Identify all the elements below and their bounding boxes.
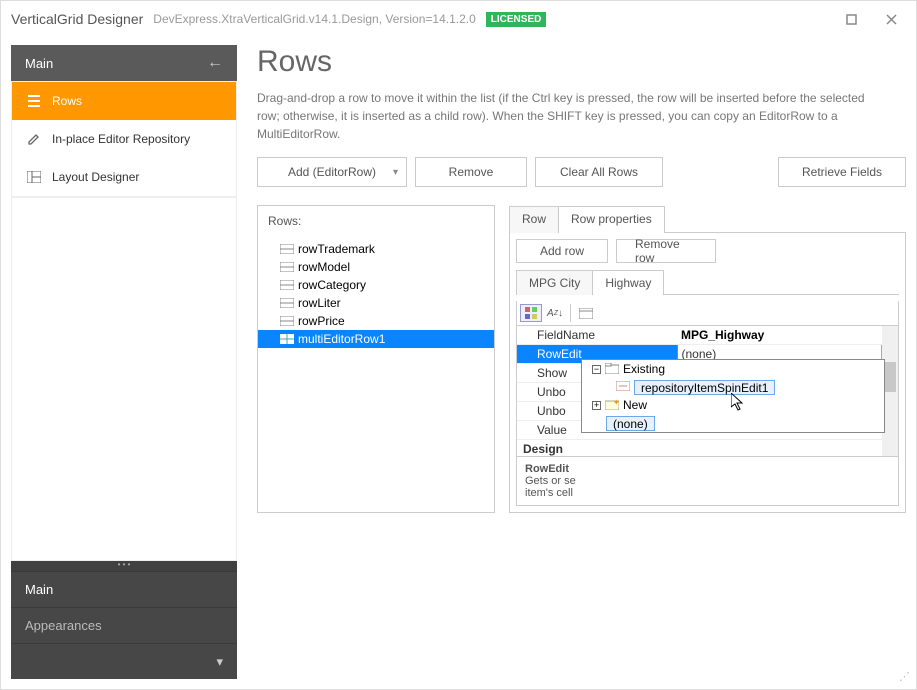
folder-new-icon: ✦ — [605, 399, 619, 411]
titlebar: VerticalGrid Designer DevExpress.XtraVer… — [1, 1, 916, 37]
property-pages-icon[interactable] — [575, 304, 597, 322]
tree-row[interactable]: rowCategory — [258, 276, 494, 294]
tab-row-properties[interactable]: Row properties — [558, 206, 665, 233]
tree-row[interactable]: rowPrice — [258, 312, 494, 330]
clear-all-rows-button[interactable]: Clear All Rows — [535, 157, 663, 187]
rows-panel: Rows: rowTrademark rowModel rowCatego — [257, 205, 495, 513]
detail-tabs: Row Row properties — [509, 205, 906, 233]
tab-mpg-city[interactable]: MPG City — [516, 270, 593, 295]
sidebar-item-label: Rows — [52, 94, 82, 108]
tab-row[interactable]: Row — [509, 206, 559, 233]
chevron-down-icon: ▾ — [393, 167, 398, 178]
layout-icon — [26, 169, 42, 185]
tree-row[interactable]: rowLiter — [258, 294, 494, 312]
dropdown-item-repository[interactable]: repositoryItemSpinEdit1 — [582, 378, 884, 396]
sidebar-item-rows[interactable]: Rows — [12, 82, 236, 120]
sidebar-bottom-expand[interactable]: ▾ — [11, 643, 237, 679]
tree-row[interactable]: rowModel — [258, 258, 494, 276]
tree-row-selected[interactable]: multiEditorRow1 — [258, 330, 494, 348]
expand-icon[interactable]: + — [592, 401, 601, 410]
rows-panel-header: Rows: — [258, 206, 494, 240]
licensed-badge: LICENSED — [486, 12, 547, 27]
list-icon — [26, 93, 42, 109]
page-title: Rows — [257, 45, 906, 79]
sidebar-bottom-appearances[interactable]: Appearances — [11, 607, 237, 643]
tree-row[interactable]: rowTrademark — [258, 240, 494, 258]
property-toolbar: AZ↓ — [517, 301, 898, 326]
maximize-button[interactable] — [836, 10, 866, 28]
toolbar: Add (EditorRow)▾ Remove Clear All Rows R… — [257, 157, 906, 187]
help-text: Drag-and-drop a row to move it within th… — [257, 89, 867, 143]
property-tabs: MPG City Highway — [516, 269, 899, 295]
collapse-icon[interactable]: − — [592, 365, 601, 374]
row-icon — [280, 278, 294, 292]
sidebar-item-layout-designer[interactable]: Layout Designer — [12, 158, 236, 196]
row-icon — [280, 260, 294, 274]
tab-highway[interactable]: Highway — [592, 270, 664, 295]
property-description: RowEdit Gets or se item's cell — [517, 456, 898, 505]
add-editorrow-button[interactable]: Add (EditorRow)▾ — [257, 157, 407, 187]
designer-window: VerticalGrid Designer DevExpress.XtraVer… — [0, 0, 917, 690]
close-button[interactable] — [876, 10, 906, 28]
row-icon — [280, 314, 294, 328]
svg-text:✦: ✦ — [613, 399, 619, 407]
remove-row-button[interactable]: Remove row — [616, 239, 716, 263]
resize-grip-icon[interactable]: ⋰ — [899, 670, 910, 683]
row-icon — [280, 296, 294, 310]
rows-tree: rowTrademark rowModel rowCategory r — [258, 240, 494, 348]
window-subtitle: DevExpress.XtraVerticalGrid.v14.1.Design… — [153, 12, 476, 26]
row-icon — [280, 242, 294, 256]
sidebar-drag-handle[interactable]: • • • — [11, 561, 237, 571]
dropdown-group-existing[interactable]: − Existing — [582, 360, 884, 378]
sidebar-item-label: In-place Editor Repository — [52, 132, 190, 146]
edit-icon — [26, 131, 42, 147]
sidebar-item-label: Layout Designer — [52, 170, 139, 184]
remove-button[interactable]: Remove — [415, 157, 527, 187]
alphabetical-icon[interactable]: AZ↓ — [544, 304, 566, 322]
folder-icon — [605, 363, 619, 375]
multi-row-icon — [280, 332, 294, 346]
categorized-icon[interactable] — [520, 304, 542, 322]
sidebar-item-editor-repository[interactable]: In-place Editor Repository — [12, 120, 236, 158]
dropdown-group-new[interactable]: + ✦ New — [582, 396, 884, 414]
editor-icon — [616, 381, 630, 393]
window-title: VerticalGrid Designer — [11, 11, 143, 27]
sidebar-bottom-main[interactable]: Main — [11, 571, 237, 607]
sidebar-main-header: Main ← — [11, 45, 237, 81]
sidebar: Main ← Rows In-place Editor Repository — [11, 45, 237, 679]
add-row-button[interactable]: Add row — [516, 239, 608, 263]
retrieve-fields-button[interactable]: Retrieve Fields — [778, 157, 906, 187]
rowedit-dropdown[interactable]: − Existing repositoryItemSpinEdit1 + ✦ N… — [581, 359, 885, 433]
dropdown-item-none[interactable]: (none) — [582, 414, 884, 432]
back-arrow-icon[interactable]: ← — [207, 54, 223, 72]
